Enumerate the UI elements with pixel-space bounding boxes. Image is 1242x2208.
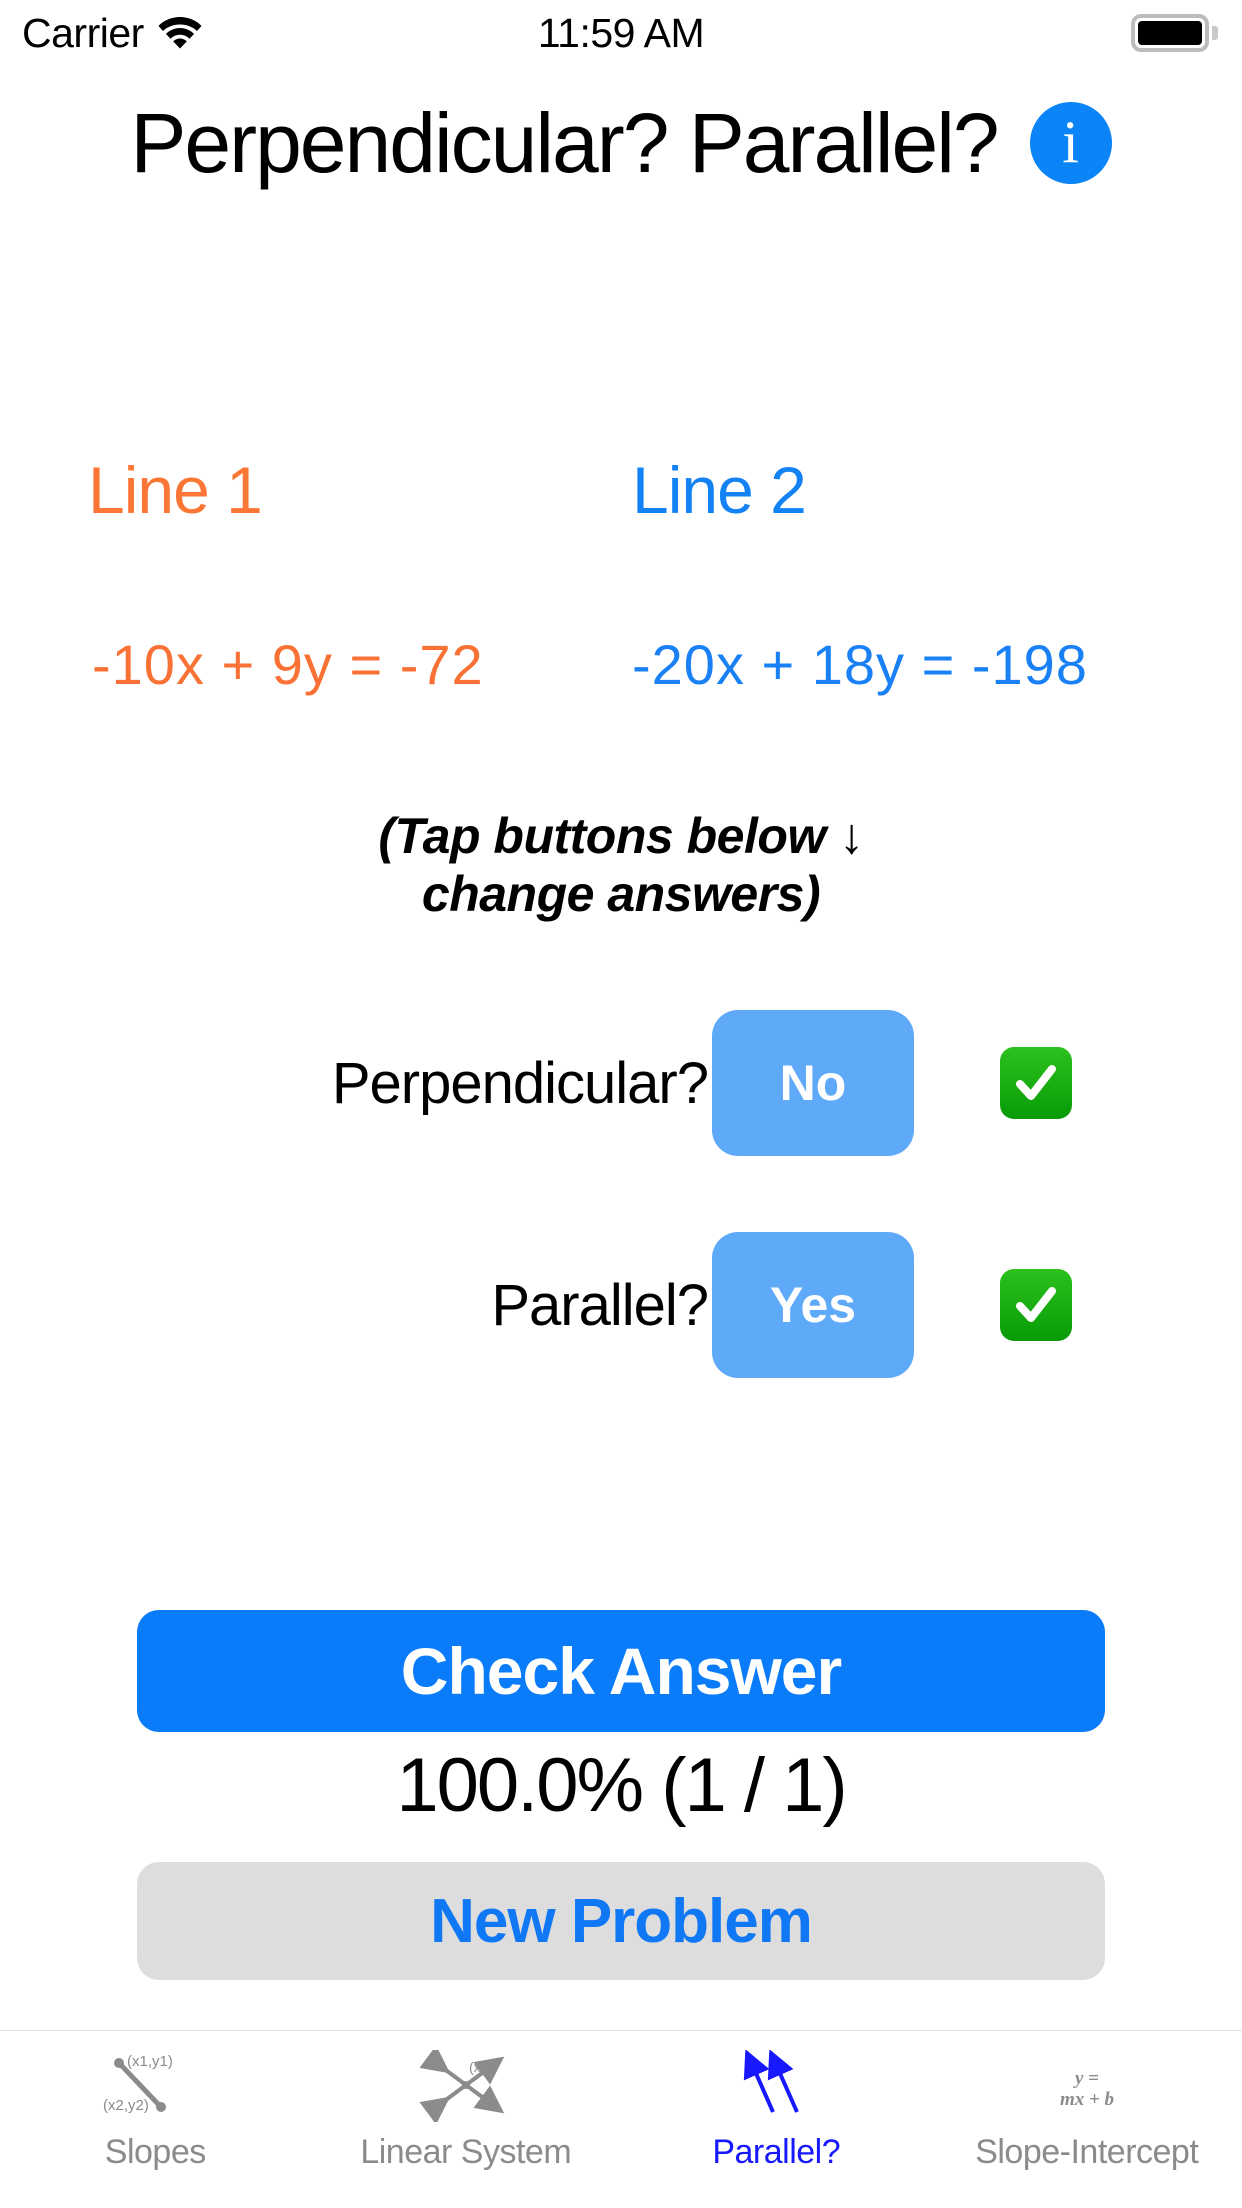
- tab-slope-intercept[interactable]: y = mx + b Slope-Intercept: [932, 2031, 1242, 2208]
- tab-linear-system-label: Linear System: [360, 2133, 572, 2171]
- answer-row-perpendicular: Perpendicular? No: [0, 1010, 1242, 1156]
- perpendicular-toggle-button[interactable]: No: [712, 1010, 914, 1156]
- status-bar-time: 11:59 AM: [537, 9, 705, 56]
- check-answer-button[interactable]: Check Answer: [137, 1610, 1105, 1732]
- line-2-equation: -20x + 18y = -198: [632, 633, 1088, 696]
- parallel-label: Parallel?: [491, 1272, 709, 1338]
- tap-hint-line-1: (Tap buttons below ↓: [378, 808, 864, 864]
- line-1-equation: -10x + 9y = -72: [92, 633, 484, 696]
- parallel-toggle-button[interactable]: Yes: [712, 1232, 914, 1378]
- svg-text:(x1,y1): (x1,y1): [127, 2053, 173, 2070]
- info-icon[interactable]: i: [1029, 102, 1112, 184]
- tab-slopes-label: Slopes: [104, 2133, 206, 2171]
- line-2-heading: Line 2: [632, 453, 807, 527]
- score-label: 100.0% (1 / 1): [396, 1743, 847, 1828]
- perpendicular-label: Perpendicular?: [331, 1050, 709, 1116]
- page-title: Perpendicular? Parallel?: [130, 95, 999, 190]
- parallel-arrows-icon: [711, 2049, 841, 2123]
- green-check-icon: [1000, 1047, 1072, 1119]
- info-button-label: i: [1062, 109, 1079, 175]
- svg-text:y =: y =: [1073, 2068, 1099, 2089]
- tap-hint: (Tap buttons below ↓ change answers): [0, 808, 1242, 923]
- svg-text:mx + b: mx + b: [1060, 2089, 1114, 2110]
- battery-icon: [1131, 14, 1218, 52]
- tap-hint-line-2: change answers): [421, 865, 821, 922]
- slope-two-points-icon: (x1,y1) (x2,y2): [90, 2049, 220, 2123]
- crossing-lines-icon: (x,y): [401, 2049, 531, 2123]
- status-bar: Carrier 11:59 AM: [0, 0, 1242, 66]
- svg-text:(x,y): (x,y): [469, 2059, 496, 2075]
- slope-intercept-formula-icon: y = mx + b: [1022, 2049, 1152, 2123]
- line-1-heading: Line 1: [88, 453, 263, 527]
- green-check-icon: [1000, 1269, 1072, 1341]
- new-problem-button[interactable]: New Problem: [137, 1862, 1105, 1980]
- line-headings: Line 1 Line 2: [0, 452, 1242, 542]
- app-header: Perpendicular? Parallel? i: [0, 88, 1242, 198]
- tab-linear-system[interactable]: (x,y) Linear System: [311, 2031, 622, 2208]
- app-screen: Carrier 11:59 AM Perpendicular? Parallel…: [0, 0, 1242, 2208]
- answer-row-parallel: Parallel? Yes: [0, 1232, 1242, 1378]
- tab-slope-intercept-label: Slope-Intercept: [975, 2133, 1199, 2171]
- tab-bar: (x1,y1) (x2,y2) Slopes (x,y) Linear Syst…: [0, 2030, 1242, 2208]
- equations-row: -10x + 9y = -72 -20x + 18y = -198: [0, 632, 1242, 722]
- tab-slopes[interactable]: (x1,y1) (x2,y2) Slopes: [0, 2031, 311, 2208]
- tab-parallel[interactable]: Parallel?: [621, 2031, 932, 2208]
- tab-parallel-label: Parallel?: [712, 2133, 841, 2171]
- svg-text:(x2,y2): (x2,y2): [103, 2097, 149, 2114]
